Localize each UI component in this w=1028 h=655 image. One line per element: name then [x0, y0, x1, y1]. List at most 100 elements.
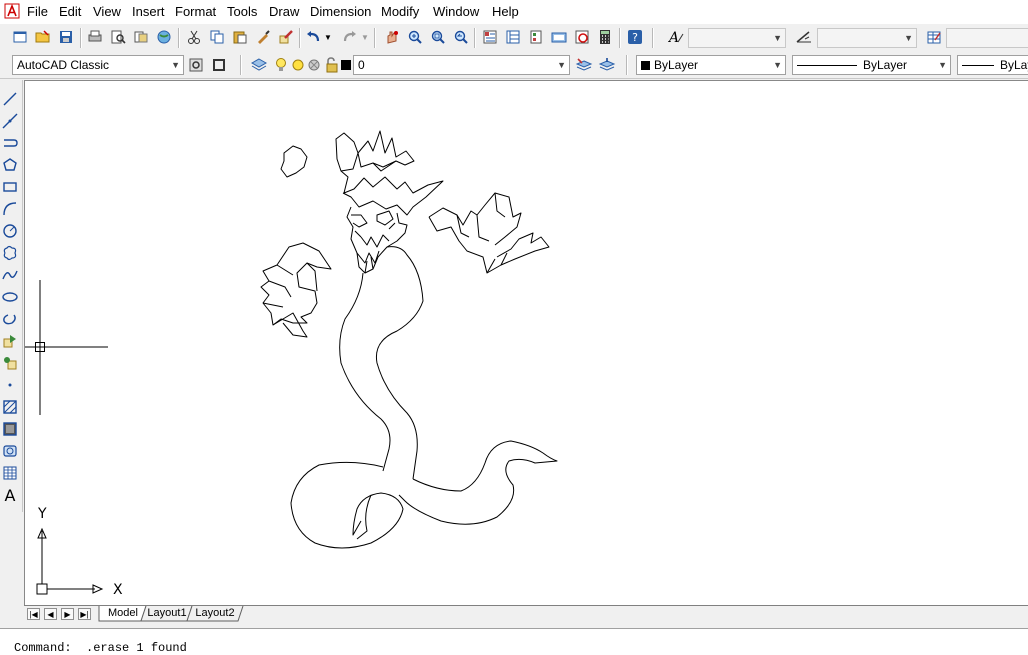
redo-dropdown-icon[interactable]: ▼: [360, 27, 370, 47]
ellipse-arc-icon[interactable]: [1, 310, 19, 328]
plot-preview-icon[interactable]: [108, 27, 128, 47]
polygon-icon[interactable]: [1, 156, 19, 174]
copy-icon[interactable]: [207, 27, 227, 47]
layer-combo[interactable]: 0 ▼: [353, 55, 570, 75]
pan-realtime-icon[interactable]: [382, 27, 402, 47]
layer-thaw-sun-icon[interactable]: [290, 55, 306, 75]
command-line[interactable]: Command: .erase 1 found: [0, 628, 1028, 655]
drawing-area[interactable]: X Y: [24, 80, 1028, 606]
tool-palettes-icon[interactable]: [526, 27, 546, 47]
menu-tools[interactable]: Tools: [227, 4, 257, 19]
arc-icon[interactable]: [1, 200, 19, 218]
markup-set-manager-icon[interactable]: [572, 27, 592, 47]
next-tab-button[interactable]: ▶: [61, 608, 74, 620]
new-file-icon[interactable]: [10, 27, 30, 47]
layer-properties-manager-icon[interactable]: [249, 55, 269, 75]
undo-dropdown-icon[interactable]: ▼: [323, 27, 333, 47]
tab-model[interactable]: Model: [103, 606, 143, 622]
table-style-icon[interactable]: [924, 27, 944, 47]
publish-icon[interactable]: [131, 27, 151, 47]
first-tab-button[interactable]: |◀: [27, 608, 40, 620]
layer-previous-icon[interactable]: [597, 55, 617, 75]
ellipse-icon[interactable]: [1, 288, 19, 306]
ucs-icon: [36, 527, 104, 595]
menu-file[interactable]: File: [27, 4, 48, 19]
text-style-icon[interactable]: A: [666, 27, 686, 47]
region-icon[interactable]: [1, 442, 19, 460]
undo-icon[interactable]: [303, 27, 323, 47]
draw-toolbar: A: [0, 80, 23, 512]
spline-icon[interactable]: [1, 266, 19, 284]
workspace-value: AutoCAD Classic: [17, 58, 110, 72]
redo-icon[interactable]: [340, 27, 360, 47]
help-icon[interactable]: ?: [625, 27, 645, 47]
lineweight-combo[interactable]: ByLay: [957, 55, 1028, 75]
layer-viewport-freeze-icon[interactable]: [306, 55, 322, 75]
last-tab-button[interactable]: ▶|: [78, 608, 91, 620]
tab-layout2[interactable]: Layout2: [191, 606, 239, 622]
autocad-app-icon[interactable]: [4, 3, 20, 19]
point-icon[interactable]: [1, 376, 19, 394]
table-icon[interactable]: [1, 464, 19, 482]
zoom-window-icon[interactable]: [428, 27, 448, 47]
ucs-x-label: X: [113, 582, 123, 598]
menu-help[interactable]: Help: [492, 4, 519, 19]
match-properties-icon[interactable]: [253, 27, 273, 47]
revision-cloud-icon[interactable]: [1, 244, 19, 262]
prev-tab-button[interactable]: ◀: [44, 608, 57, 620]
construction-line-icon[interactable]: [1, 112, 19, 130]
dimension-style-icon[interactable]: [794, 27, 814, 47]
layer-unlock-icon[interactable]: [324, 55, 340, 75]
multiline-text-icon[interactable]: A: [1, 486, 19, 505]
tab-layout1[interactable]: Layout1: [144, 606, 190, 622]
block-editor-icon[interactable]: [276, 27, 296, 47]
toolbar-separator: [374, 28, 376, 48]
layers-properties-toolbar: AutoCAD Classic ▼ 0 ▼ ByLayer ▼ ByLayer ▼ By…: [0, 52, 1028, 79]
menu-view[interactable]: View: [93, 4, 121, 19]
sheet-set-manager-icon[interactable]: [549, 27, 569, 47]
line-icon[interactable]: [1, 90, 19, 108]
make-block-icon[interactable]: [1, 354, 19, 372]
hatch-icon[interactable]: [1, 398, 19, 416]
design-center-icon[interactable]: [503, 27, 523, 47]
layer-on-bulb-icon[interactable]: [274, 55, 288, 75]
calculator-icon[interactable]: [595, 27, 615, 47]
command-history-text: Command: .erase 1 found: [14, 641, 187, 655]
save-icon[interactable]: [56, 27, 76, 47]
toolbar-separator: [626, 55, 628, 75]
menu-window[interactable]: Window: [433, 4, 479, 19]
workspace-combo[interactable]: AutoCAD Classic ▼: [12, 55, 184, 75]
properties-icon[interactable]: [480, 27, 500, 47]
circle-icon[interactable]: [1, 222, 19, 240]
rectangle-icon[interactable]: [1, 178, 19, 196]
my-workspace-icon[interactable]: [209, 55, 229, 75]
color-combo[interactable]: ByLayer ▼: [636, 55, 786, 75]
linetype-value: ByLayer: [863, 58, 908, 72]
gradient-icon[interactable]: [1, 420, 19, 438]
standard-toolbar: ▼ ▼ ? A ▼ ▼: [0, 24, 1028, 53]
cut-icon[interactable]: [184, 27, 204, 47]
table-style-combo[interactable]: [946, 28, 1028, 48]
zoom-previous-icon[interactable]: [451, 27, 471, 47]
plot-icon[interactable]: [85, 27, 105, 47]
menu-dimension[interactable]: Dimension: [310, 4, 371, 19]
menu-insert[interactable]: Insert: [132, 4, 165, 19]
paste-icon[interactable]: [230, 27, 250, 47]
polyline-icon[interactable]: [1, 134, 19, 152]
menu-edit[interactable]: Edit: [59, 4, 81, 19]
serpent-drawing[interactable]: [260, 130, 558, 549]
open-folder-icon[interactable]: [33, 27, 53, 47]
make-object-layer-current-icon[interactable]: [574, 55, 594, 75]
dimension-style-combo[interactable]: ▼: [817, 28, 917, 48]
zoom-realtime-icon[interactable]: [405, 27, 425, 47]
linetype-sample: [797, 65, 857, 66]
toolbar-separator: [299, 28, 301, 48]
workspace-settings-icon[interactable]: [186, 55, 206, 75]
insert-block-icon[interactable]: [1, 332, 19, 350]
text-style-combo[interactable]: ▼: [688, 28, 786, 48]
publish-web-icon[interactable]: [154, 27, 174, 47]
menu-draw[interactable]: Draw: [269, 4, 299, 19]
menu-modify[interactable]: Modify: [381, 4, 419, 19]
linetype-combo[interactable]: ByLayer ▼: [792, 55, 951, 75]
menu-format[interactable]: Format: [175, 4, 216, 19]
